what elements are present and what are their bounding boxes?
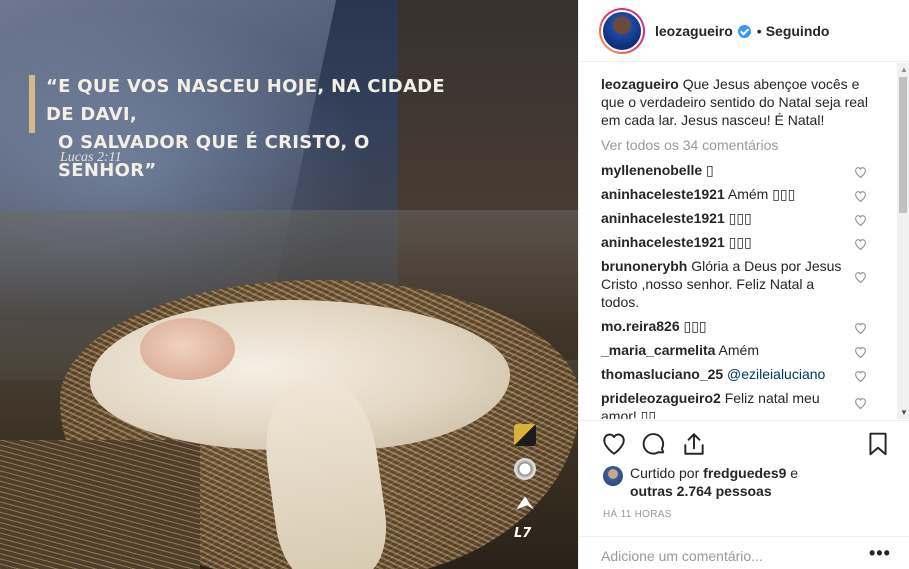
bible-quote-line1: “E QUE VOS NASCEU HOJE, NA CIDADE DE DAV… <box>46 76 446 125</box>
liker-avatar[interactable] <box>603 466 623 486</box>
baby <box>140 318 235 380</box>
header-separator: • <box>756 22 762 39</box>
comment-text: Amém ▯▯▯ <box>727 186 796 202</box>
comment-username[interactable]: prideleozagueiro2 <box>601 390 721 406</box>
quote-accent-bar <box>29 75 35 133</box>
following-button[interactable]: Seguindo <box>766 23 830 39</box>
post-action-bar <box>579 420 909 468</box>
comment-username[interactable]: brunonerybh <box>601 258 687 274</box>
comment-username[interactable]: aninhaceleste1921 <box>601 234 725 250</box>
comment-row: brunonerybh Glória a Deus por Jesus Cris… <box>601 257 895 311</box>
comment-username[interactable]: aninhaceleste1921 <box>601 210 725 226</box>
sponsor-logos: L7 <box>514 424 542 560</box>
comment-username[interactable]: thomasluciano_25 <box>601 366 723 382</box>
hay-pile <box>0 440 200 569</box>
likes-summary: Curtido por fredguedes9 e outras 2.764 p… <box>603 464 798 500</box>
add-comment-input[interactable] <box>601 548 841 564</box>
comment-like-heart-icon[interactable] <box>854 212 867 230</box>
comments-scrollbar[interactable]: ▲ ▼ <box>897 63 909 419</box>
club-crest-logo <box>514 424 536 446</box>
save-bookmark-icon[interactable] <box>865 431 893 459</box>
add-comment-bar: ••• <box>579 536 909 569</box>
comment-row: aninhaceleste1921 ▯▯▯ <box>601 233 895 251</box>
puma-logo <box>516 496 534 510</box>
comments-list[interactable]: leozagueiro Que Jesus abençoe vocês e qu… <box>579 63 895 419</box>
post-image[interactable]: “E QUE VOS NASCEU HOJE, NA CIDADE DE DAV… <box>0 0 578 569</box>
comment-mention-link[interactable]: @ezileialuciano <box>727 366 825 382</box>
comment-text: ▯▯▯ <box>728 234 752 250</box>
comment-like-heart-icon[interactable] <box>854 269 867 287</box>
emblem-logo <box>514 458 536 480</box>
comment-like-heart-icon[interactable] <box>854 344 867 362</box>
likes-text: Curtido por fredguedes9 e outras 2.764 p… <box>630 464 798 500</box>
comment-username[interactable]: mo.reira826 <box>601 318 680 334</box>
comment-like-heart-icon[interactable] <box>854 320 867 338</box>
likes-connector: e <box>790 465 799 481</box>
others-likes-link[interactable]: outras 2.764 pessoas <box>630 483 772 499</box>
caption-username[interactable]: leozagueiro <box>601 76 679 92</box>
liker-username[interactable]: fredguedes9 <box>703 465 786 481</box>
more-options-icon[interactable]: ••• <box>869 543 891 564</box>
comment-like-heart-icon[interactable] <box>854 395 867 413</box>
like-heart-icon[interactable] <box>601 431 629 459</box>
scrollbar-thumb[interactable] <box>899 77 907 213</box>
avatar-story-ring[interactable] <box>599 7 645 54</box>
share-upload-icon[interactable] <box>681 431 709 459</box>
comment-username[interactable]: myllenenobelle <box>601 162 702 178</box>
avatar[interactable] <box>601 9 643 52</box>
comment-bubble-icon[interactable] <box>641 431 669 459</box>
post-caption: leozagueiro Que Jesus abençoe vocês e qu… <box>601 75 871 129</box>
comment-row: prideleozagueiro2 Feliz natal meu amor! … <box>601 389 895 419</box>
l7-logo: L7 <box>514 526 532 541</box>
post-header: leozagueiro • Seguindo <box>579 0 909 62</box>
comment-like-heart-icon[interactable] <box>854 236 867 254</box>
comment-row: _maria_carmelita Amém <box>601 341 895 359</box>
comment-username[interactable]: _maria_carmelita <box>601 342 715 358</box>
comment-like-heart-icon[interactable] <box>854 188 867 206</box>
verified-badge-icon <box>737 25 751 38</box>
comment-username[interactable]: aninhaceleste1921 <box>601 186 725 202</box>
comment-text: ▯ <box>706 162 714 178</box>
comment-row: myllenenobelle ▯ <box>601 161 895 179</box>
scroll-down-arrow-icon[interactable]: ▼ <box>900 408 908 417</box>
comment-row: aninhaceleste1921 Amém ▯▯▯ <box>601 185 895 203</box>
header-username[interactable]: leozagueiro <box>655 23 733 39</box>
post-side-panel: leozagueiro • Seguindo leozagueiro Que J… <box>578 0 909 569</box>
liked-by-prefix: Curtido por <box>630 465 700 481</box>
bible-quote: “E QUE VOS NASCEU HOJE, NA CIDADE DE DAV… <box>46 73 446 185</box>
bible-reference: Lucas 2:11 <box>60 150 122 165</box>
comment-row: aninhaceleste1921 ▯▯▯ <box>601 209 895 227</box>
scroll-up-arrow-icon[interactable]: ▲ <box>900 65 908 74</box>
comment-like-heart-icon[interactable] <box>854 368 867 386</box>
view-all-comments-link[interactable]: Ver todos os 34 comentários <box>601 137 895 153</box>
post-timestamp[interactable]: HÁ 11 HORAS <box>603 509 672 520</box>
comment-text: Amém <box>718 342 759 358</box>
comment-text: ▯▯▯ <box>683 318 707 334</box>
comment-text: ▯▯▯ <box>728 210 752 226</box>
comment-row: thomasluciano_25 @ezileialuciano <box>601 365 895 383</box>
comment-like-heart-icon[interactable] <box>854 164 867 182</box>
comment-row: mo.reira826 ▯▯▯ <box>601 317 895 335</box>
